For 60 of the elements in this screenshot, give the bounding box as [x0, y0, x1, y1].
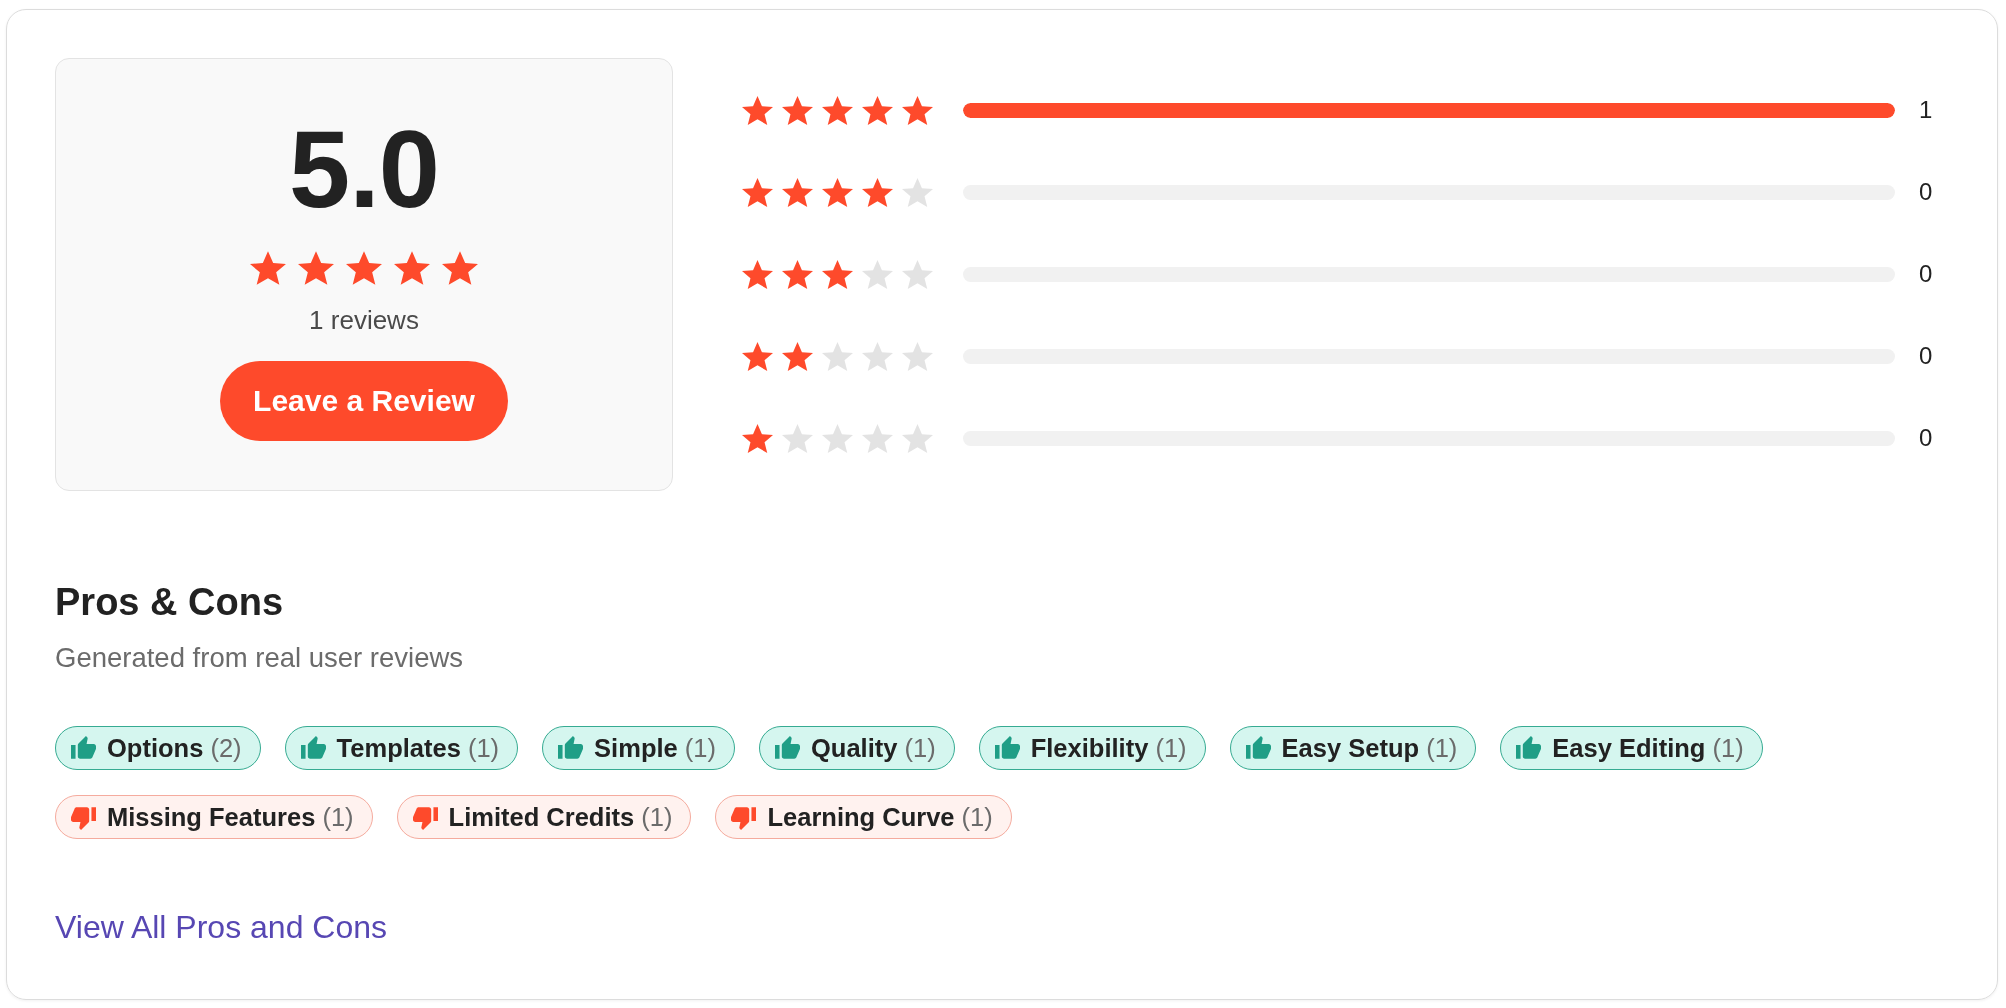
star-icon	[862, 423, 893, 453]
star-icon	[250, 251, 286, 285]
star-icon	[862, 95, 893, 125]
pro-tag[interactable]: Templates (1)	[284, 726, 519, 770]
average-score: 5.0	[289, 119, 439, 219]
star-icon	[782, 259, 813, 289]
star-icon	[782, 423, 813, 453]
pro-tag[interactable]: Easy Editing (1)	[1500, 726, 1763, 770]
star-icon	[782, 341, 813, 371]
rating-count: 1	[1919, 96, 1934, 124]
star-icon	[442, 251, 478, 285]
thumbs-down-icon	[71, 804, 96, 830]
star-icon	[742, 177, 773, 207]
star-icon	[742, 95, 773, 125]
star-icon	[822, 423, 853, 453]
star-icon	[742, 259, 773, 289]
pro-tag[interactable]: Easy Setup (1)	[1229, 726, 1477, 770]
thumbs-down-icon	[412, 804, 438, 830]
star-icon	[822, 95, 853, 125]
star-icon	[862, 259, 893, 289]
rating-count: 0	[1919, 260, 1934, 288]
pro-tag[interactable]: Simple (1)	[542, 726, 735, 770]
star-icon	[862, 177, 893, 207]
thumbs-up-icon	[71, 735, 96, 761]
thumbs-up-icon	[300, 735, 326, 761]
star-icon	[902, 341, 933, 371]
star-icon	[822, 177, 853, 207]
view-all-link[interactable]: View All Pros and Cons	[55, 908, 388, 946]
review-count: 1 reviews	[309, 304, 419, 336]
pro-tag[interactable]: Options (2)	[55, 726, 261, 770]
rating-count: 0	[1919, 342, 1934, 370]
star-icon	[902, 259, 933, 289]
star-icon	[742, 423, 773, 453]
star-icon	[822, 341, 853, 371]
star-icon	[346, 251, 382, 285]
star-icon	[902, 423, 933, 453]
con-tag[interactable]: Limited Credits (1)	[396, 795, 692, 839]
thumbs-up-icon	[1245, 735, 1271, 761]
con-tag[interactable]: Learning Curve (1)	[715, 795, 1012, 839]
thumbs-up-icon	[775, 735, 800, 761]
section-subtitle: Generated from real user reviews	[55, 642, 465, 674]
star-icon	[394, 251, 430, 285]
star-icon	[902, 95, 933, 125]
pro-tag[interactable]: Flexibility (1)	[978, 726, 1206, 770]
section-title: Pros & Cons	[55, 580, 285, 625]
star-icon	[822, 259, 853, 289]
thumbs-up-icon	[994, 735, 1020, 761]
star-icon	[782, 95, 813, 125]
rating-count: 0	[1919, 178, 1934, 206]
star-icon	[298, 251, 334, 285]
pro-tag[interactable]: Quality (1)	[759, 726, 955, 770]
star-icon	[742, 341, 773, 371]
star-icon	[862, 341, 893, 371]
thumbs-up-icon	[558, 735, 584, 761]
star-icon	[782, 177, 813, 207]
thumbs-down-icon	[731, 804, 757, 830]
rating-count: 0	[1919, 424, 1934, 452]
thumbs-up-icon	[1516, 735, 1542, 761]
star-icon	[902, 177, 933, 207]
con-tag[interactable]: Missing Features (1)	[55, 795, 373, 839]
